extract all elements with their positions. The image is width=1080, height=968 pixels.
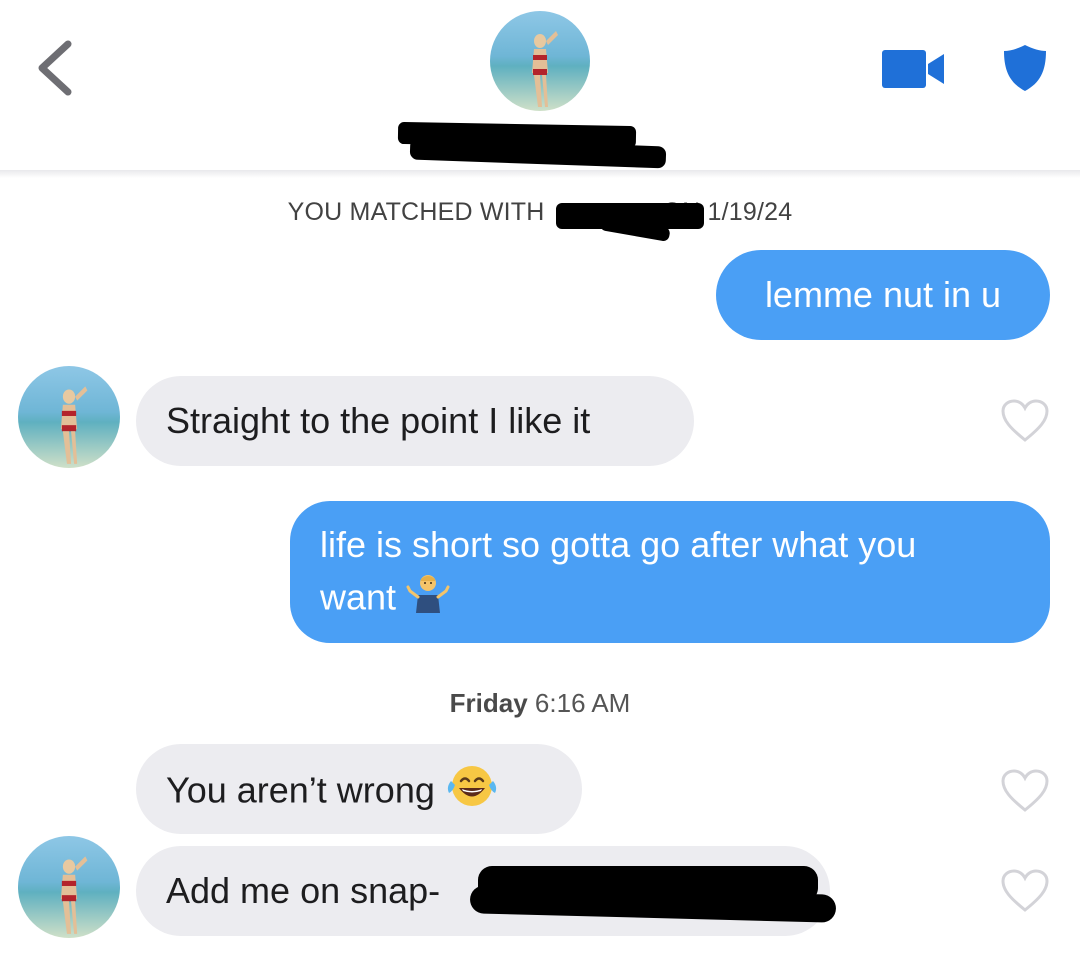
message-timestamp: Friday 6:16 AM [0, 688, 1080, 719]
chevron-left-icon [38, 40, 72, 96]
heart-icon [1001, 869, 1049, 912]
timestamp-time: 6:16 AM [534, 688, 631, 718]
chat-header [0, 0, 1080, 170]
match-banner: YOU MATCHED WITH ON 1/19/24 [0, 198, 1080, 227]
like-button[interactable] [1000, 768, 1050, 814]
timestamp-day: Friday [449, 688, 528, 718]
message-text: Straight to the point I like it [166, 400, 591, 441]
message-bubble-received[interactable]: You aren’t wrong [136, 744, 582, 834]
message-text: lemme nut in u [764, 274, 1002, 315]
person-shrugging-emoji [406, 571, 450, 629]
safety-button[interactable] [1002, 43, 1048, 93]
video-call-button[interactable] [880, 48, 948, 90]
message-bubble-sent[interactable]: life is short so gotta go after what you… [290, 501, 1050, 643]
message-text-line-2: want [320, 576, 397, 618]
like-button[interactable] [1000, 868, 1050, 914]
heart-icon [1001, 399, 1049, 442]
laughing-tears-emoji [445, 763, 499, 823]
match-avatar[interactable] [490, 11, 590, 111]
chat-screen: YOU MATCHED WITH ON 1/19/24 lemme nut in … [0, 0, 1080, 968]
heart-icon [1001, 769, 1049, 812]
message-text-line-2-wrap: want [320, 571, 1020, 629]
shield-icon [1004, 45, 1046, 91]
message-text: Add me on snap- [166, 870, 441, 911]
sender-avatar[interactable] [18, 836, 120, 938]
match-banner-prefix: YOU MATCHED WITH [287, 198, 545, 226]
message-bubble-received[interactable]: Straight to the point I like it [136, 376, 694, 466]
message-text: You aren’t wrong [166, 769, 435, 811]
like-button[interactable] [1000, 398, 1050, 444]
message-text-line-1: life is short so gotta go after what you [320, 524, 917, 565]
sender-avatar[interactable] [18, 366, 120, 468]
video-camera-icon [882, 50, 944, 88]
back-button[interactable] [30, 36, 80, 100]
header-divider [0, 170, 1080, 178]
message-bubble-sent[interactable]: lemme nut in u [716, 250, 1050, 340]
